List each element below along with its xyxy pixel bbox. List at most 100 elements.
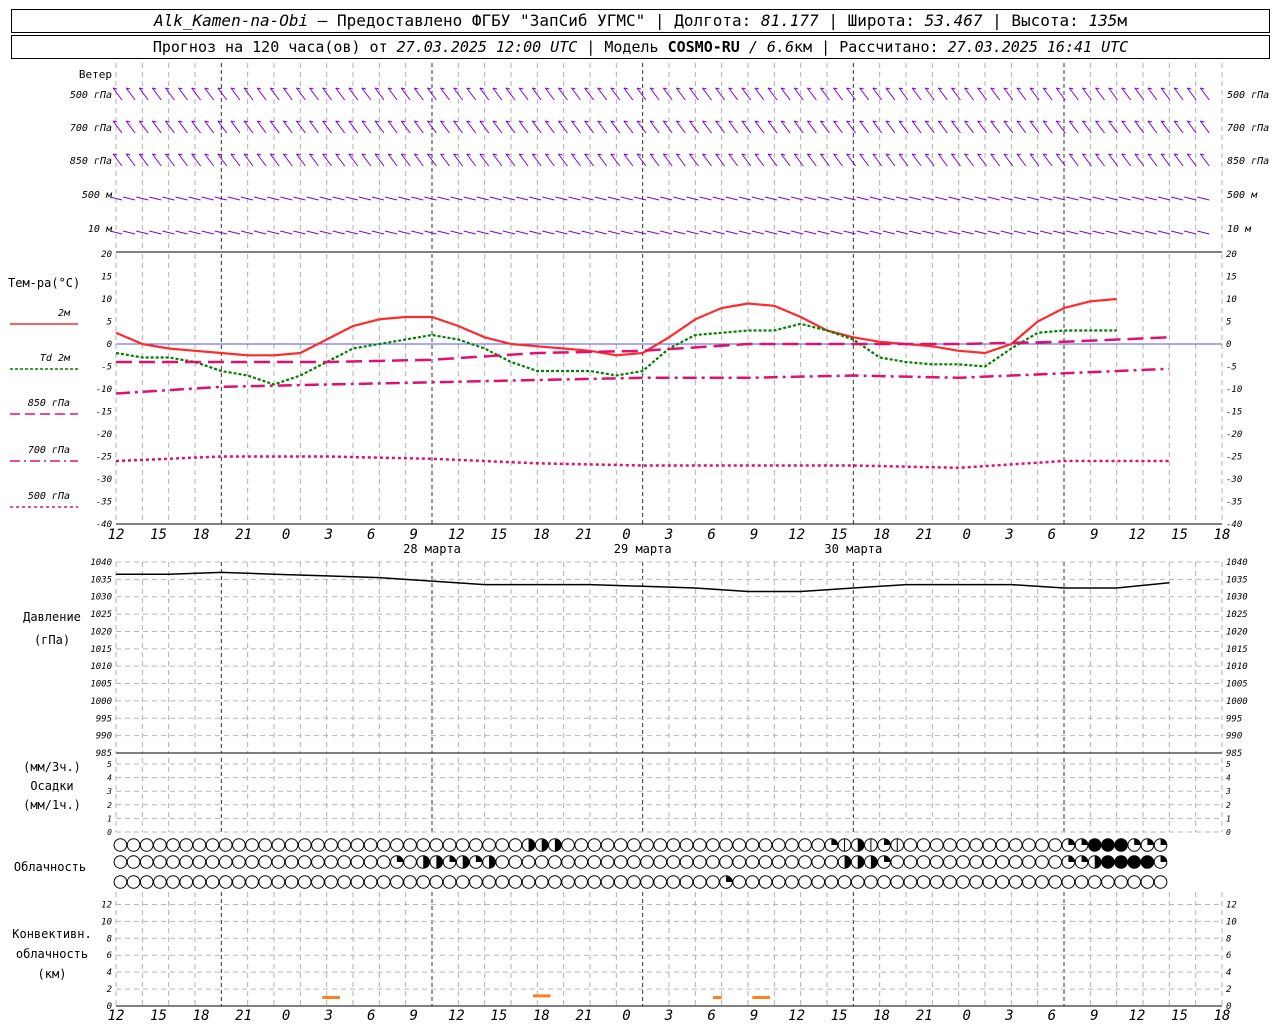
y-tick-label-left: -5 [101, 363, 112, 373]
wind-barb [201, 230, 214, 235]
wind-barb [764, 230, 778, 235]
cloud-symbol [324, 875, 338, 889]
wind-barb [296, 120, 306, 134]
y-tick-label-left: 1020 [90, 627, 112, 637]
hour-tick-label: 12 [108, 527, 125, 543]
precip-unit-1h: (мм/1ч.) [23, 798, 81, 812]
wind-barb [240, 230, 254, 235]
cloud-symbol [271, 838, 286, 852]
cloud-symbol [455, 875, 470, 889]
wind-barb [515, 230, 529, 235]
cloud-symbol [561, 838, 575, 852]
wind-barb [728, 87, 739, 101]
wind-barb [296, 153, 306, 167]
wind-barb [908, 230, 922, 235]
wind-barb [387, 153, 398, 167]
wind-barb [243, 87, 254, 101]
wind-barb [293, 230, 306, 235]
cloud-symbol [785, 838, 799, 852]
cloud-symbol [837, 875, 852, 889]
wind-level-label: 500 гПа [70, 90, 112, 101]
wind-barb [728, 120, 739, 134]
hour-tick-label-bottom: 3 [1004, 1008, 1013, 1024]
convective-cloud-panel: 12 1210 108 86 64 42 20 0Конвективн.облачность(… [12, 892, 1237, 1012]
wind-barb [820, 87, 830, 101]
cloud-fill [554, 838, 562, 852]
hour-tick-label-bottom: 3 [664, 1008, 673, 1024]
wind-barb [581, 196, 594, 201]
cloud-symbol [548, 875, 562, 889]
cloud-symbol [508, 855, 523, 869]
cloud-symbol [1048, 855, 1063, 869]
cloud-symbol [890, 855, 905, 869]
precipitation-panel: 5 5 4 4 3 3 2 2 1 1 0 0 (мм/3ч.) Осадки (мм/1ч.) [23, 758, 1231, 837]
cloud-symbol [403, 838, 417, 852]
cloud-symbol [798, 875, 812, 889]
cloud-symbol [469, 875, 483, 889]
wind-barb [558, 87, 568, 101]
wind-barb [112, 153, 123, 167]
cloud-symbol [429, 838, 444, 852]
wind-barb [1105, 230, 1118, 235]
y-tick-label-left: -30 [96, 475, 112, 485]
cloud-symbol [692, 855, 707, 869]
y-tick-label-left: 1025 [90, 610, 112, 620]
cloud-symbol [613, 875, 628, 889]
cloud-symbol [1061, 875, 1076, 889]
cloud-symbol [679, 855, 694, 869]
wind-barb [869, 230, 882, 235]
cloud-fill [1068, 855, 1075, 862]
wind-barb [125, 153, 136, 167]
hour-tick-label-bottom: 15 [490, 1008, 507, 1024]
hour-tick-label: 18 [193, 527, 210, 543]
wind-barb [256, 153, 267, 167]
y-tick-label-left: 15 [101, 273, 112, 283]
wind-barb [895, 230, 909, 235]
wind-barb [830, 230, 843, 235]
wind-barb [689, 153, 699, 167]
cloud-symbol [469, 838, 483, 852]
wind-barb [817, 196, 830, 201]
cloud-symbol [929, 855, 944, 869]
y-tick-label-left: -25 [96, 453, 112, 463]
cloud-symbol [1074, 875, 1089, 889]
y-tick-label-left: 2 [107, 801, 112, 810]
wind-barb [348, 120, 359, 134]
wind-barb [227, 230, 241, 235]
wind-barb [1144, 230, 1158, 235]
hour-tick-label-bottom: 6 [1048, 1008, 1056, 1024]
hour-tick-label: 21 [235, 527, 252, 543]
cloud-symbol [666, 855, 681, 869]
wind-barb [253, 230, 267, 235]
legend-label: 700 гПа [28, 445, 70, 456]
wind-barb [374, 120, 385, 134]
wind-barb [767, 120, 778, 134]
wind-barb [531, 153, 542, 167]
wind-barb [332, 230, 345, 235]
wind-barb [1184, 230, 1197, 235]
hour-tick-label: 12 [788, 527, 805, 543]
y-tick-label-right: 1005 [1226, 680, 1248, 690]
cloud-symbol [982, 855, 997, 869]
wind-barb [935, 196, 948, 201]
cloud-symbol [890, 875, 905, 889]
cloud-symbol [903, 875, 918, 889]
y-tick-label-right: 0 [1226, 340, 1231, 350]
wind-barb [230, 87, 241, 101]
wind-barb [440, 120, 450, 134]
cloud-symbol [666, 838, 681, 852]
wind-barb [1079, 196, 1092, 201]
y-tick-label-left: 1000 [90, 697, 112, 707]
wind-barb [571, 153, 581, 167]
y-tick-label-right: 1030 [1226, 593, 1248, 603]
cloud-symbol [508, 875, 523, 889]
wind-barb [872, 87, 883, 101]
wind-barb [335, 87, 346, 101]
wind-barb [466, 153, 477, 167]
y-tick-label-left: 1 [107, 814, 112, 823]
cloud-symbol [692, 838, 707, 852]
wind-barb [306, 230, 319, 235]
wind-barb [898, 153, 909, 167]
wind-barb [633, 230, 647, 235]
cloud-symbol [785, 855, 799, 869]
